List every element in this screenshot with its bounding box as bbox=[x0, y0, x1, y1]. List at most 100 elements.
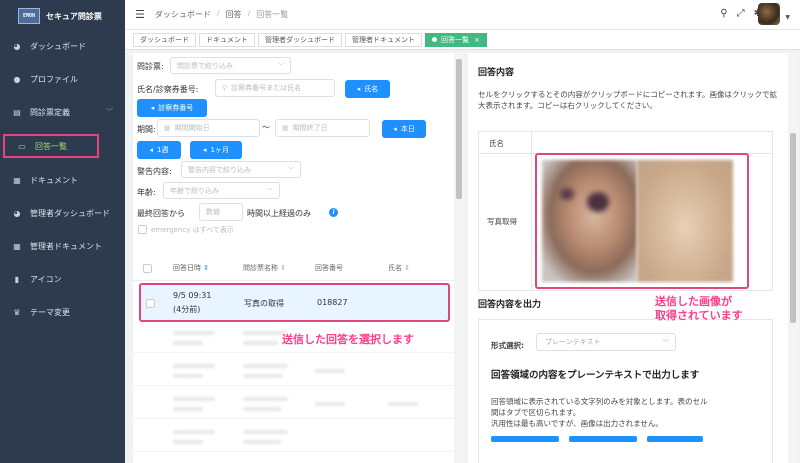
scrollbar-thumb[interactable] bbox=[456, 59, 462, 199]
table-row[interactable] bbox=[133, 358, 454, 386]
close-icon[interactable]: × bbox=[474, 36, 480, 44]
sidebar-item-icons[interactable]: ▮ アイコン bbox=[0, 268, 125, 290]
output-desc-line: 汎用性は最も高いですが、画像は出力されません。 bbox=[491, 419, 663, 428]
age-select[interactable]: 年齢で絞り込み ﹀ bbox=[163, 182, 280, 199]
chevron-down-icon: ﹀ bbox=[662, 339, 669, 347]
tab-admin-documents[interactable]: 管理者ドキュメント bbox=[345, 32, 422, 47]
sidebar-item-admin-documents[interactable]: ▦ 管理者ドキュメント bbox=[0, 235, 125, 257]
search-icon: ⚲ bbox=[222, 84, 228, 92]
dashboard-icon: ◕ bbox=[13, 208, 21, 218]
sidebar-item-dashboard[interactable]: ◕ ダッシュボード bbox=[0, 35, 125, 57]
week-button[interactable]: ◂ 1週 bbox=[137, 141, 181, 159]
left-scrollbar[interactable] bbox=[454, 53, 464, 463]
sidebar-item-answer-list[interactable]: ▭ 回答一覧 bbox=[3, 134, 99, 158]
sidebar-item-questionnaire-def[interactable]: ▤ 問診票定義 ﹀ bbox=[0, 101, 125, 123]
caret-down-icon[interactable]: ▼ bbox=[785, 14, 790, 21]
name-label: 氏名/診察券番号: bbox=[137, 85, 199, 94]
table-header: 回答日時 ⇕ 問診票名称 ⇕ 回答番号 氏名 ⇕ bbox=[133, 255, 454, 281]
answer-photo-2[interactable] bbox=[637, 160, 733, 282]
button-label: 1ヶ月 bbox=[210, 146, 229, 154]
column-header-number[interactable]: 回答番号 bbox=[315, 263, 343, 273]
right-scrollbar[interactable] bbox=[788, 53, 798, 463]
warning-label: 警告内容: bbox=[137, 167, 172, 176]
answer-photo-1[interactable] bbox=[542, 160, 637, 282]
format-label: 形式選択: bbox=[491, 341, 524, 350]
age-label: 年齢: bbox=[137, 188, 156, 197]
sidebar-item-theme[interactable]: ♛ テーマ変更 bbox=[0, 301, 125, 323]
active-dot bbox=[432, 37, 437, 42]
column-label: 回答番号 bbox=[315, 264, 343, 272]
emergency-checkbox[interactable] bbox=[138, 225, 147, 234]
emergency-note: emergency はすべて表示 bbox=[151, 226, 234, 234]
filter-panel: 問診票: 問診票で絞り込み ﹀ 氏名/診察券番号: ⚲ 診察券番号または氏名 ◂… bbox=[133, 53, 454, 463]
output-button[interactable] bbox=[491, 436, 559, 442]
answer-row[interactable]: 氏名 bbox=[479, 132, 772, 154]
period-label: 期間: bbox=[137, 125, 156, 134]
tab-admin-dashboard[interactable]: 管理者ダッシュボード bbox=[258, 32, 342, 47]
name-input[interactable]: ⚲ 診察券番号または氏名 bbox=[215, 79, 335, 97]
sort-icon: ⇕ bbox=[280, 264, 287, 272]
hamburger-icon[interactable]: ☰ bbox=[135, 8, 145, 21]
answer-panel: 回答内容 セルをクリックするとその内容がクリップボードにコピーされます。画像はク… bbox=[468, 53, 788, 463]
questionnaire-label: 問診票: bbox=[137, 62, 164, 71]
tab-documents[interactable]: ドキュメント bbox=[199, 32, 255, 47]
output-button[interactable] bbox=[569, 436, 637, 442]
tab-label: 管理者ドキュメント bbox=[352, 35, 415, 44]
left-arrow-icon: ◂ bbox=[149, 146, 154, 154]
output-card: 形式選択: プレーンテキスト ﹀ 回答領域の内容をプレーンテキストで出力します … bbox=[478, 319, 773, 463]
table-row[interactable] bbox=[133, 424, 454, 452]
select-placeholder: 年齢で絞り込み bbox=[170, 186, 219, 195]
scrollbar-thumb[interactable] bbox=[790, 133, 796, 323]
search-icon[interactable]: ⚲ bbox=[720, 8, 727, 19]
info-icon[interactable]: i bbox=[329, 208, 338, 217]
card-search-button[interactable]: ◂ 診察券番号 bbox=[137, 99, 207, 117]
select-all-checkbox[interactable] bbox=[143, 264, 152, 273]
name-search-button[interactable]: ◂ 氏名 bbox=[345, 80, 390, 98]
sidebar-item-label: 管理者ダッシュボード bbox=[30, 208, 110, 218]
sidebar-item-admin-dashboard[interactable]: ◕ 管理者ダッシュボード bbox=[0, 202, 125, 224]
column-header-datetime[interactable]: 回答日時 ⇕ bbox=[173, 263, 209, 273]
hours-suffix: 時間以上経過のみ bbox=[247, 209, 311, 218]
questionnaire-select[interactable]: 問診票で絞り込み ﹀ bbox=[170, 57, 291, 74]
last-answer-label: 最終回答から bbox=[137, 209, 185, 218]
column-header-name[interactable]: 氏名 ⇕ bbox=[388, 263, 410, 273]
photo-highlight bbox=[535, 153, 749, 289]
calendar-icon: ▦ bbox=[282, 124, 289, 132]
month-button[interactable]: ◂ 1ヶ月 bbox=[190, 141, 242, 159]
period-start-input[interactable]: ▦ 期間開始日 bbox=[157, 119, 260, 137]
format-select[interactable]: プレーンテキスト ﹀ bbox=[536, 333, 676, 351]
breadcrumb-item[interactable]: ダッシュボード bbox=[155, 9, 211, 20]
column-header-questionnaire[interactable]: 問診票名称 ⇕ bbox=[243, 263, 286, 273]
breadcrumb-item: 回答一覧 bbox=[256, 10, 289, 19]
row-checkbox[interactable] bbox=[146, 299, 155, 308]
answer-row-label: 氏名 bbox=[489, 139, 504, 148]
input-placeholder: 期間開始日 bbox=[174, 124, 210, 132]
file-icon: ▦ bbox=[13, 175, 21, 185]
warning-select[interactable]: 警告内容で絞り込み ﹀ bbox=[181, 161, 301, 178]
tab-label: 管理者ダッシュボード bbox=[265, 35, 335, 44]
tab-dashboard[interactable]: ダッシュボード bbox=[133, 32, 196, 47]
button-label: 診察券番号 bbox=[158, 104, 194, 112]
document-icon: ▤ bbox=[13, 107, 21, 117]
breadcrumb: ダッシュボード / 回答 / 回答一覧 bbox=[155, 9, 288, 20]
image-icon: ▮ bbox=[14, 274, 20, 284]
tab-answer-list[interactable]: 回答一覧 × bbox=[425, 32, 487, 47]
table-row[interactable] bbox=[133, 391, 454, 419]
output-button[interactable] bbox=[647, 436, 703, 442]
hours-input[interactable]: 数値 bbox=[199, 203, 243, 221]
answer-table: 氏名 写真取得 bbox=[478, 131, 773, 291]
select-placeholder: 警告内容で絞り込み bbox=[188, 165, 251, 174]
tab-label: ドキュメント bbox=[206, 35, 248, 44]
avatar[interactable] bbox=[758, 3, 780, 25]
sidebar-item-documents[interactable]: ▦ ドキュメント bbox=[0, 169, 125, 191]
output-title: 回答内容を出力 bbox=[478, 300, 542, 310]
fullscreen-icon[interactable]: ⤢ bbox=[737, 8, 745, 19]
table-row-selected[interactable]: 9/5 09:31 (4分前) 写真の取得 018827 bbox=[139, 283, 450, 322]
breadcrumb-item[interactable]: 回答 bbox=[226, 9, 242, 20]
today-button[interactable]: ◂ 本日 bbox=[382, 120, 426, 138]
button-label: 本日 bbox=[400, 125, 415, 133]
period-end-input[interactable]: ▦ 期間終了日 bbox=[275, 119, 370, 137]
sidebar-item-label: 回答一覧 bbox=[35, 141, 67, 151]
topbar: ☰ ダッシュボード / 回答 / 回答一覧 ⚲ ⤢ ✱ ▼ bbox=[125, 0, 800, 30]
sidebar-item-profile[interactable]: ● プロファイル bbox=[0, 68, 125, 90]
